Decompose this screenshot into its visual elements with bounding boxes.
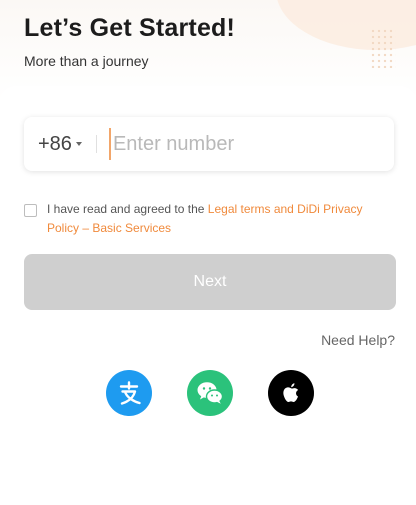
page-title: Let’s Get Started! [24,14,236,42]
next-button[interactable]: Next [24,254,396,310]
alipay-login-button[interactable] [106,370,152,416]
phone-number-input[interactable] [108,128,365,160]
login-screen: Let’s Get Started! More than a journey +… [0,0,416,505]
decorative-dots [370,28,396,68]
country-code-select[interactable]: +86 [24,117,82,171]
page-subtitle: More than a journey [24,53,149,69]
agreement-checkbox[interactable] [24,204,37,217]
wechat-login-button[interactable] [187,370,233,416]
caret-down-icon [75,141,82,146]
field-divider [95,135,97,153]
apple-login-button[interactable] [268,370,314,416]
phone-field: +86 [24,117,394,171]
wechat-icon [197,382,224,404]
agreement-text: I have read and agreed to the Legal term… [47,200,394,238]
need-help-link[interactable]: Need Help? [321,332,395,348]
agreement-prefix: I have read and agreed to the [47,202,208,216]
apple-icon [283,383,299,402]
alipay-icon [119,381,141,405]
country-code-value: +86 [38,132,72,155]
agreement-row: I have read and agreed to the Legal term… [24,200,394,238]
